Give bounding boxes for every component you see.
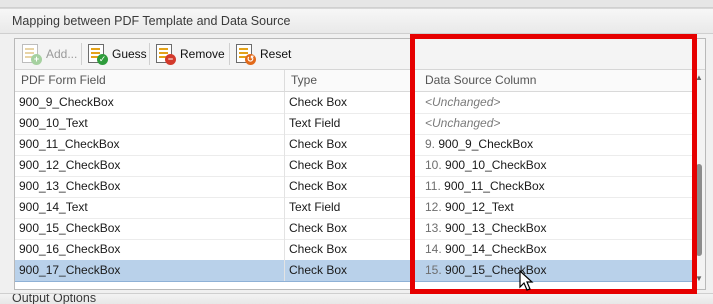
pdf-form-field-cell: 900_11_CheckBox: [15, 134, 285, 155]
data-source-column-cell[interactable]: 13. 900_13_CheckBox: [415, 218, 693, 239]
type-cell: Check Box: [285, 155, 415, 176]
mapping-toolbar: + Add... ✓ Guess − Remove ↺ Reset: [15, 39, 705, 70]
add-icon: +: [20, 43, 42, 65]
pdf-form-field-cell: 900_15_CheckBox: [15, 218, 285, 239]
table-row[interactable]: 900_9_CheckBox Check Box <Unchanged>: [15, 92, 693, 114]
table-row[interactable]: 900_16_CheckBox Check Box 14. 900_14_Check…: [15, 239, 693, 261]
remove-icon: −: [154, 43, 176, 65]
mapping-panel: + Add... ✓ Guess − Remove ↺ Reset PDF Fo…: [14, 38, 706, 290]
table-row[interactable]: 900_13_CheckBox Check Box 11. 900_11_Check…: [15, 176, 693, 198]
data-source-column-cell[interactable]: 11. 900_11_CheckBox: [415, 176, 693, 197]
mapping-group-title: Mapping between PDF Template and Data So…: [12, 14, 291, 28]
pdf-form-field-cell: 900_9_CheckBox: [15, 92, 285, 113]
pdf-form-field-cell: 900_12_CheckBox: [15, 155, 285, 176]
column-name: 900_11_CheckBox: [444, 179, 545, 193]
column-name: <Unchanged>: [425, 95, 501, 109]
top-strip: [0, 0, 713, 8]
column-index: 12.: [425, 200, 442, 214]
pdf-form-field-cell: 900_16_CheckBox: [15, 239, 285, 260]
column-name: 900_12_Text: [445, 200, 514, 214]
type-cell: Check Box: [285, 134, 415, 155]
type-cell: Check Box: [285, 239, 415, 260]
column-index: 13.: [425, 221, 442, 235]
table-row[interactable]: 900_11_CheckBox Check Box 9. 900_9_CheckBo…: [15, 134, 693, 156]
guess-icon: ✓: [86, 43, 108, 65]
column-name: 900_10_CheckBox: [445, 158, 547, 172]
type-cell: Check Box: [285, 176, 415, 197]
reset-button-label: Reset: [260, 47, 292, 61]
column-header-data-source-column[interactable]: Data Source Column: [415, 70, 693, 91]
data-source-column-cell[interactable]: <Unchanged>: [415, 92, 693, 113]
toolbar-separator: [149, 43, 150, 65]
data-source-column-cell[interactable]: 12. 900_12_Text: [415, 197, 693, 218]
output-options-title: Output Options: [12, 293, 97, 304]
column-name: <Unchanged>: [425, 116, 501, 130]
data-source-column-cell[interactable]: 15. 900_15_CheckBox: [415, 260, 693, 281]
data-source-column-cell[interactable]: 14. 900_14_CheckBox: [415, 239, 693, 260]
column-name: 900_9_CheckBox: [438, 137, 534, 151]
column-name: 900_14_CheckBox: [445, 242, 547, 256]
pdf-form-field-cell: 900_10_Text: [15, 113, 285, 134]
column-header-type[interactable]: Type: [285, 70, 415, 91]
column-header-pdf-form-field[interactable]: PDF Form Field: [15, 70, 285, 91]
guess-button[interactable]: ✓ Guess: [83, 42, 151, 66]
column-index: 10.: [425, 158, 442, 172]
scroll-up-arrow-icon[interactable]: ▲: [693, 72, 705, 84]
add-button-label: Add...: [46, 47, 78, 61]
mouse-cursor-icon: [519, 270, 534, 291]
type-cell: Check Box: [285, 218, 415, 239]
scrollbar-thumb[interactable]: [696, 164, 702, 256]
table-row[interactable]: 900_15_CheckBox Check Box 13. 900_13_Check…: [15, 218, 693, 240]
output-options-group-header[interactable]: Output Options: [0, 293, 713, 304]
data-source-column-cell[interactable]: 9. 900_9_CheckBox: [415, 134, 693, 155]
remove-button-label: Remove: [180, 47, 225, 61]
mapping-group-header[interactable]: Mapping between PDF Template and Data So…: [0, 8, 713, 34]
column-index: 9.: [425, 137, 436, 151]
reset-button[interactable]: ↺ Reset: [231, 42, 295, 66]
pdf-form-field-cell: 900_13_CheckBox: [15, 176, 285, 197]
type-cell: Check Box: [285, 260, 415, 281]
column-index: 15.: [425, 263, 442, 277]
column-name: 900_13_CheckBox: [445, 221, 547, 235]
toolbar-separator: [229, 43, 230, 65]
grid-header: PDF Form Field Type Data Source Column: [15, 70, 693, 92]
data-source-column-cell[interactable]: <Unchanged>: [415, 113, 693, 134]
column-index: 11.: [425, 179, 441, 193]
reset-icon: ↺: [234, 43, 256, 65]
guess-button-label: Guess: [112, 47, 147, 61]
type-cell: Check Box: [285, 92, 415, 113]
remove-button[interactable]: − Remove: [151, 42, 229, 66]
table-row[interactable]: 900_14_Text Text Field 12. 900_12_Text: [15, 197, 693, 219]
table-row[interactable]: 900_10_Text Text Field <Unchanged>: [15, 113, 693, 135]
scroll-down-arrow-icon[interactable]: ▼: [693, 273, 705, 285]
vertical-scrollbar[interactable]: ▲ ▼: [693, 70, 705, 289]
toolbar-separator: [81, 43, 82, 65]
type-cell: Text Field: [285, 197, 415, 218]
type-cell: Text Field: [285, 113, 415, 134]
data-source-column-cell[interactable]: 10. 900_10_CheckBox: [415, 155, 693, 176]
table-row[interactable]: 900_17_CheckBox Check Box 15. 900_15_Check…: [15, 260, 693, 282]
pdf-form-field-cell: 900_14_Text: [15, 197, 285, 218]
add-button[interactable]: + Add...: [17, 42, 81, 66]
table-row[interactable]: 900_12_CheckBox Check Box 10. 900_10_Check…: [15, 155, 693, 177]
column-index: 14.: [425, 242, 442, 256]
pdf-form-field-cell: 900_17_CheckBox: [15, 260, 285, 281]
